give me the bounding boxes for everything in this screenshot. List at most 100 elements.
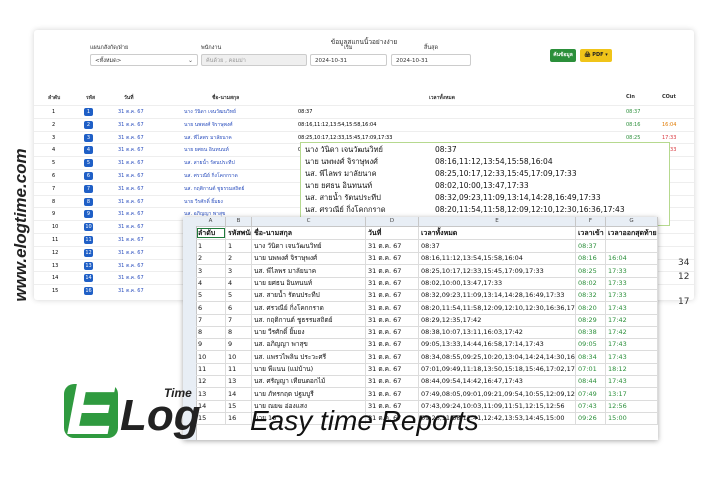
excel-cell[interactable]: 08:44 <box>576 375 606 388</box>
excel-cell[interactable]: นาง วันิดา เจนวัฒนวิทย์ <box>252 240 366 252</box>
excel-cell[interactable]: 31 ต.ค. 67 <box>366 375 419 388</box>
excel-cell[interactable]: นส. ศรัญญา เทียนดอกไม้ <box>252 375 366 388</box>
excel-cell[interactable]: 08:37 <box>576 240 606 252</box>
excel-cell[interactable]: 3 <box>226 264 252 277</box>
employee-id-badge[interactable]: 14 <box>84 274 93 283</box>
excel-cell[interactable]: 31 ต.ค. 67 <box>366 264 419 277</box>
excel-cell[interactable]: 5 <box>226 289 252 302</box>
excel-cell[interactable]: 08:32 <box>576 289 606 302</box>
excel-cell[interactable]: เวลาทั้งหมด <box>419 227 576 239</box>
excel-cell[interactable]: 31 ต.ค. 67 <box>366 387 419 400</box>
excel-column-letter[interactable]: G <box>606 217 658 226</box>
excel-column-letter[interactable]: A <box>196 217 226 226</box>
excel-cell[interactable]: 31 ต.ค. 67 <box>366 289 419 302</box>
excel-cell[interactable]: 08:16 <box>576 252 606 265</box>
employee-id-badge[interactable]: 5 <box>84 159 93 168</box>
excel-cell[interactable]: 31 ต.ค. 67 <box>366 252 419 265</box>
excel-cell[interactable]: 17:33 <box>606 276 658 289</box>
excel-cell[interactable]: 08:37 <box>419 240 576 252</box>
employee-id-badge[interactable]: 8 <box>84 197 93 206</box>
excel-cell[interactable]: 08:34 <box>576 350 606 363</box>
end-date-input[interactable]: 2024-10-31 <box>391 54 471 66</box>
excel-cell[interactable]: 6 <box>196 301 226 314</box>
excel-cell[interactable]: 11 <box>196 363 226 375</box>
excel-cell[interactable]: 4 <box>226 276 252 289</box>
excel-cell[interactable]: 4 <box>196 276 226 289</box>
excel-cell[interactable]: 15 <box>226 399 252 412</box>
excel-cell[interactable]: 16:04 <box>606 252 658 265</box>
excel-cell[interactable]: 08:16,11:12,13:54,15:58,16:04 <box>419 252 576 265</box>
excel-cell[interactable]: 6 <box>226 301 252 314</box>
excel-cell[interactable]: ชื่อ-นามสกุล <box>252 227 366 239</box>
excel-cell[interactable] <box>606 240 658 252</box>
excel-cell[interactable]: 8 <box>196 326 226 339</box>
excel-cell[interactable]: 31 ต.ค. 67 <box>366 301 419 314</box>
employee-id-badge[interactable]: 1 <box>84 108 93 116</box>
excel-cell[interactable]: นาย นพพงศ์ จิราษุพงศ์ <box>252 252 366 265</box>
excel-cell[interactable]: เวลาออกสุดท้าย <box>606 227 658 239</box>
excel-cell[interactable]: 9 <box>196 338 226 351</box>
excel-cell[interactable]: นส. ศรวณีย์ กิ่งโคกกราด <box>252 301 366 314</box>
excel-cell[interactable]: 7 <box>196 313 226 326</box>
excel-cell[interactable]: นส. สายน้ำ รัตนประทีป <box>252 289 366 302</box>
excel-cell[interactable]: 18:12 <box>606 363 658 375</box>
employee-id-badge[interactable]: 6 <box>84 172 93 180</box>
excel-cell[interactable]: 17:43 <box>606 338 658 351</box>
employee-id-badge[interactable]: 7 <box>84 184 93 193</box>
excel-cell[interactable]: 31 ต.ค. 67 <box>366 363 419 375</box>
employee-id-badge[interactable]: 13 <box>84 261 93 270</box>
excel-cell[interactable]: 17:33 <box>606 264 658 277</box>
excel-cell[interactable]: 1 <box>196 240 226 252</box>
excel-cell[interactable]: 17:42 <box>606 326 658 339</box>
excel-cell[interactable]: 1 <box>226 240 252 252</box>
excel-cell[interactable]: 17:43 <box>606 301 658 314</box>
excel-cell[interactable]: นส. กฤติกานต์ ชูธรรมสถิตย์ <box>252 313 366 326</box>
excel-cell[interactable]: 09:26 <box>576 412 606 425</box>
excel-cell[interactable]: 08:29 <box>576 313 606 326</box>
excel-cell[interactable]: 5 <box>196 289 226 302</box>
department-select[interactable]: <ทั้งหมด> ⌄ <box>90 54 198 66</box>
excel-cell[interactable]: 17:43 <box>606 375 658 388</box>
excel-cell[interactable]: 07:43 <box>576 399 606 412</box>
excel-cell[interactable]: 08:29,12:35,17:42 <box>419 313 576 326</box>
employee-id-badge[interactable]: 10 <box>84 223 93 232</box>
employee-id-badge[interactable]: 2 <box>84 120 93 129</box>
employee-id-badge[interactable]: 16 <box>84 287 93 296</box>
excel-cell[interactable]: 08:02 <box>576 276 606 289</box>
excel-cell[interactable]: 9 <box>226 338 252 351</box>
excel-cell[interactable]: 09:05 <box>576 338 606 351</box>
excel-cell[interactable]: นส. อภิญญา พาสุข <box>252 338 366 351</box>
excel-column-letter[interactable]: F <box>576 217 606 226</box>
excel-cell[interactable]: 07:01,09:49,11:18,13:50,15:18,15:46,17:0… <box>419 363 576 375</box>
excel-cell[interactable]: 11 <box>226 363 252 375</box>
excel-column-letter[interactable]: B <box>226 217 252 226</box>
excel-cell[interactable]: นส. แพรวไพลิน ประวะศรี <box>252 350 366 363</box>
excel-cell[interactable]: 10 <box>196 350 226 363</box>
excel-cell[interactable]: นาย ยศธน อินทนนท์ <box>252 276 366 289</box>
excel-cell[interactable]: 31 ต.ค. 67 <box>366 338 419 351</box>
excel-cell[interactable]: 15:00 <box>606 412 658 425</box>
excel-cell[interactable]: 17:33 <box>606 289 658 302</box>
excel-cell[interactable]: 7 <box>226 313 252 326</box>
excel-cell[interactable]: 08:20,11:54,11:58,12:09,12:10,12:30,16:3… <box>419 301 576 314</box>
excel-cell[interactable]: 2 <box>196 252 226 265</box>
excel-cell[interactable]: 31 ต.ค. 67 <box>366 350 419 363</box>
excel-cell[interactable]: 10 <box>226 350 252 363</box>
excel-cell[interactable]: 08:20 <box>576 301 606 314</box>
employee-id-badge[interactable]: 4 <box>84 146 93 155</box>
excel-column-letter[interactable]: E <box>419 217 576 226</box>
excel-cell[interactable]: 14 <box>226 387 252 400</box>
excel-cell[interactable]: 31 ต.ค. 67 <box>366 240 419 252</box>
excel-cell[interactable]: 31 ต.ค. 67 <box>366 326 419 339</box>
excel-cell[interactable]: 09:05,13:33,14:44,16:58,17:14,17:43 <box>419 338 576 351</box>
employee-id-badge[interactable]: 9 <box>84 210 93 219</box>
excel-column-letter[interactable]: D <box>366 217 419 226</box>
excel-cell[interactable]: 08:02,10:00,13:47,17:33 <box>419 276 576 289</box>
excel-cell[interactable]: 08:25 <box>576 264 606 277</box>
excel-cell[interactable]: วันที่ <box>366 227 419 239</box>
excel-cell[interactable]: 31 ต.ค. 67 <box>366 276 419 289</box>
excel-cell[interactable]: 08:34,08:55,09:25,10:20,13:04,14:24,14:3… <box>419 350 576 363</box>
excel-cell[interactable]: 07:49 <box>576 387 606 400</box>
excel-cell[interactable]: 2 <box>226 252 252 265</box>
excel-cell[interactable]: 08:38,10:07,13:11,16:03,17:42 <box>419 326 576 339</box>
